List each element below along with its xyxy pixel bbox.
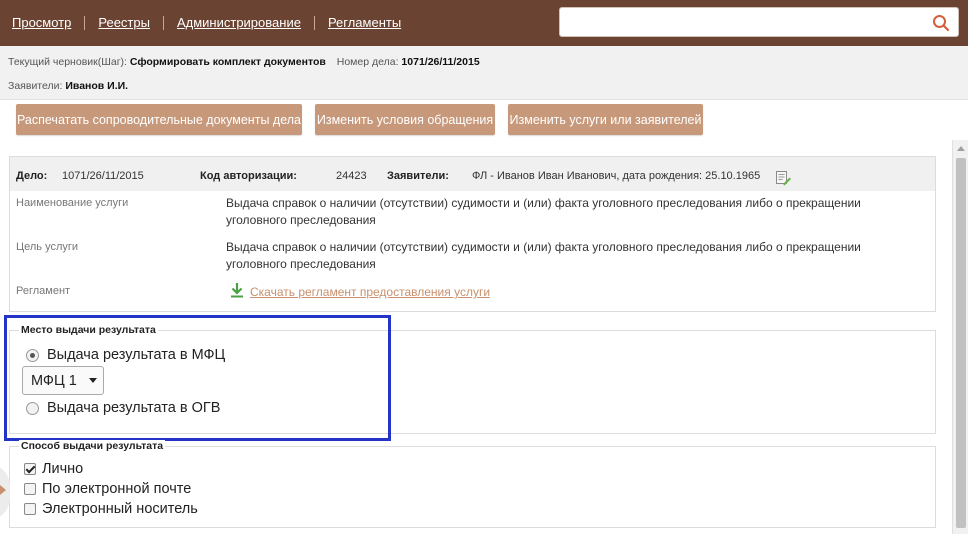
search-icon[interactable] bbox=[932, 14, 950, 32]
draft-value: Сформировать комплект документов bbox=[129, 56, 326, 68]
expand-arrow-icon[interactable] bbox=[0, 485, 6, 495]
highlight-frame bbox=[4, 315, 391, 441]
download-regulation-link[interactable]: Скачать регламент предоставления услуги bbox=[250, 285, 490, 299]
case-applicants-label: Заявители: bbox=[387, 170, 449, 182]
case-header: Дело: 1071/26/11/2015 Код авторизации: 2… bbox=[10, 157, 935, 191]
nav-regulations[interactable]: Регламенты bbox=[328, 15, 401, 30]
case-value: 1071/26/11/2015 bbox=[62, 170, 144, 182]
applicants-label: Заявители: bbox=[8, 80, 63, 92]
nav-view[interactable]: Просмотр bbox=[12, 15, 71, 30]
change-conditions-button[interactable]: Изменить условия обращения bbox=[315, 104, 495, 135]
service-name-label: Наименование услуги bbox=[16, 197, 129, 209]
draft-info-row: Текущий черновик(Шаг): Сформировать комп… bbox=[8, 56, 488, 68]
auth-code-label: Код авторизации: bbox=[200, 170, 297, 182]
top-navbar: Просмотр Реестры Администрирование Регла… bbox=[0, 0, 968, 46]
in-person-checkbox[interactable] bbox=[24, 463, 36, 475]
auth-code-value: 24423 bbox=[336, 170, 367, 182]
service-name-value: Выдача справок о наличии (отсутствии) су… bbox=[226, 196, 861, 227]
nav-divider bbox=[84, 15, 86, 30]
search-box bbox=[559, 7, 959, 37]
method-email-label: По электронной почте bbox=[42, 481, 192, 497]
method-in-person-label: Лично bbox=[42, 461, 84, 477]
case-details-panel: Дело: 1071/26/11/2015 Код авторизации: 2… bbox=[9, 156, 936, 312]
regulation-label: Регламент bbox=[16, 285, 71, 297]
vertical-scrollbar[interactable] bbox=[952, 140, 968, 534]
applicants-value: Иванов И.И. bbox=[65, 80, 129, 92]
method-electronic-media[interactable]: Электронный носитель bbox=[24, 501, 198, 517]
service-goal-value: Выдача справок о наличии (отсутствии) су… bbox=[226, 240, 861, 271]
main-nav: Просмотр Реестры Администрирование Регла… bbox=[12, 15, 401, 30]
change-services-button[interactable]: Изменить услуги или заявителей bbox=[508, 104, 703, 135]
scroll-up-icon[interactable] bbox=[957, 146, 965, 151]
draft-label: Текущий черновик(Шаг): bbox=[8, 56, 127, 68]
print-documents-button[interactable]: Распечатать сопроводительные документы д… bbox=[16, 104, 302, 135]
nav-registries[interactable]: Реестры bbox=[98, 15, 150, 30]
electronic-media-checkbox[interactable] bbox=[24, 503, 36, 515]
scrollbar-thumb[interactable] bbox=[956, 158, 966, 528]
nav-divider bbox=[313, 15, 315, 30]
edit-document-icon[interactable] bbox=[775, 170, 791, 186]
nav-divider bbox=[162, 15, 164, 30]
applicants-info-row: Заявители: Иванов И.И. bbox=[8, 80, 136, 92]
case-number-label: Номер дела: bbox=[336, 56, 399, 68]
method-email[interactable]: По электронной почте bbox=[24, 481, 191, 497]
draft-info-bar: Текущий черновик(Шаг): Сформировать комп… bbox=[0, 46, 968, 100]
case-number-value: 1071/26/11/2015 bbox=[401, 56, 480, 68]
case-applicants-value: ФЛ - Иванов Иван Иванович, дата рождения… bbox=[472, 170, 761, 182]
nav-administration[interactable]: Администрирование bbox=[177, 15, 301, 30]
download-icon[interactable] bbox=[230, 282, 244, 298]
result-method-legend: Способ выдачи результата bbox=[19, 440, 166, 452]
method-electronic-media-label: Электронный носитель bbox=[42, 501, 198, 517]
search-input[interactable] bbox=[560, 8, 920, 36]
service-goal-label: Цель услуги bbox=[16, 241, 79, 253]
email-checkbox[interactable] bbox=[24, 483, 36, 495]
case-label: Дело: bbox=[16, 170, 48, 182]
method-in-person[interactable]: Лично bbox=[24, 461, 83, 477]
